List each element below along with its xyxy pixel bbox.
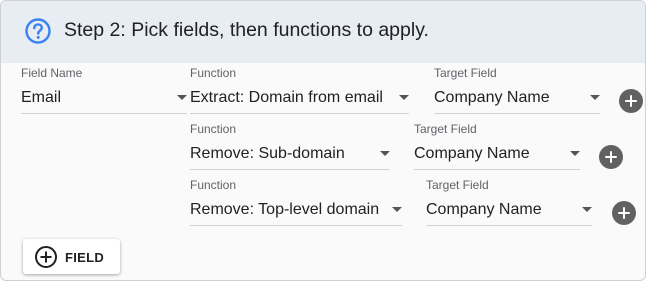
add-function-icon[interactable] xyxy=(599,145,623,169)
target-field-select[interactable]: Company Name xyxy=(414,139,580,170)
step-header: Step 2: Pick fields, then functions to a… xyxy=(1,1,645,63)
chevron-down-icon xyxy=(177,95,187,100)
chevron-down-icon xyxy=(590,95,600,100)
function-value: Extract: Domain from email xyxy=(190,89,383,106)
field-name-value: Email xyxy=(21,89,62,106)
target-field-select[interactable]: Company Name xyxy=(426,195,592,226)
chevron-down-icon xyxy=(380,151,390,156)
target-field-label: Target Field xyxy=(426,178,489,192)
function-select[interactable]: Remove: Top-level domain xyxy=(190,195,402,226)
target-field-value: Company Name xyxy=(414,145,530,162)
function-select[interactable]: Extract: Domain from email xyxy=(190,83,409,114)
target-field-label: Target Field xyxy=(434,66,497,80)
function-value: Remove: Sub-domain xyxy=(190,145,345,162)
add-circle-outline-icon xyxy=(35,246,57,268)
mapping-panel: Step 2: Pick fields, then functions to a… xyxy=(0,0,646,281)
add-field-button[interactable]: FIELD xyxy=(23,239,120,274)
field-name-select[interactable]: Email xyxy=(21,83,187,114)
function-label: Function xyxy=(190,66,237,80)
target-field-value: Company Name xyxy=(434,89,550,106)
chevron-down-icon xyxy=(399,95,409,100)
target-field-label: Target Field xyxy=(414,122,477,136)
add-field-label: FIELD xyxy=(65,250,105,265)
function-label: Function xyxy=(190,122,237,136)
function-value: Remove: Top-level domain xyxy=(190,201,380,218)
chevron-down-icon xyxy=(570,151,580,156)
function-label: Function xyxy=(190,178,237,192)
step-title: Step 2: Pick fields, then functions to a… xyxy=(64,19,429,41)
target-field-value: Company Name xyxy=(426,201,542,218)
field-name-label: Field Name xyxy=(21,66,83,80)
chevron-down-icon xyxy=(392,207,402,212)
help-circle-icon[interactable] xyxy=(24,17,52,45)
function-select[interactable]: Remove: Sub-domain xyxy=(190,139,390,170)
add-function-icon[interactable] xyxy=(612,201,636,225)
target-field-select[interactable]: Company Name xyxy=(434,83,600,114)
chevron-down-icon xyxy=(582,207,592,212)
add-function-icon[interactable] xyxy=(619,89,643,113)
